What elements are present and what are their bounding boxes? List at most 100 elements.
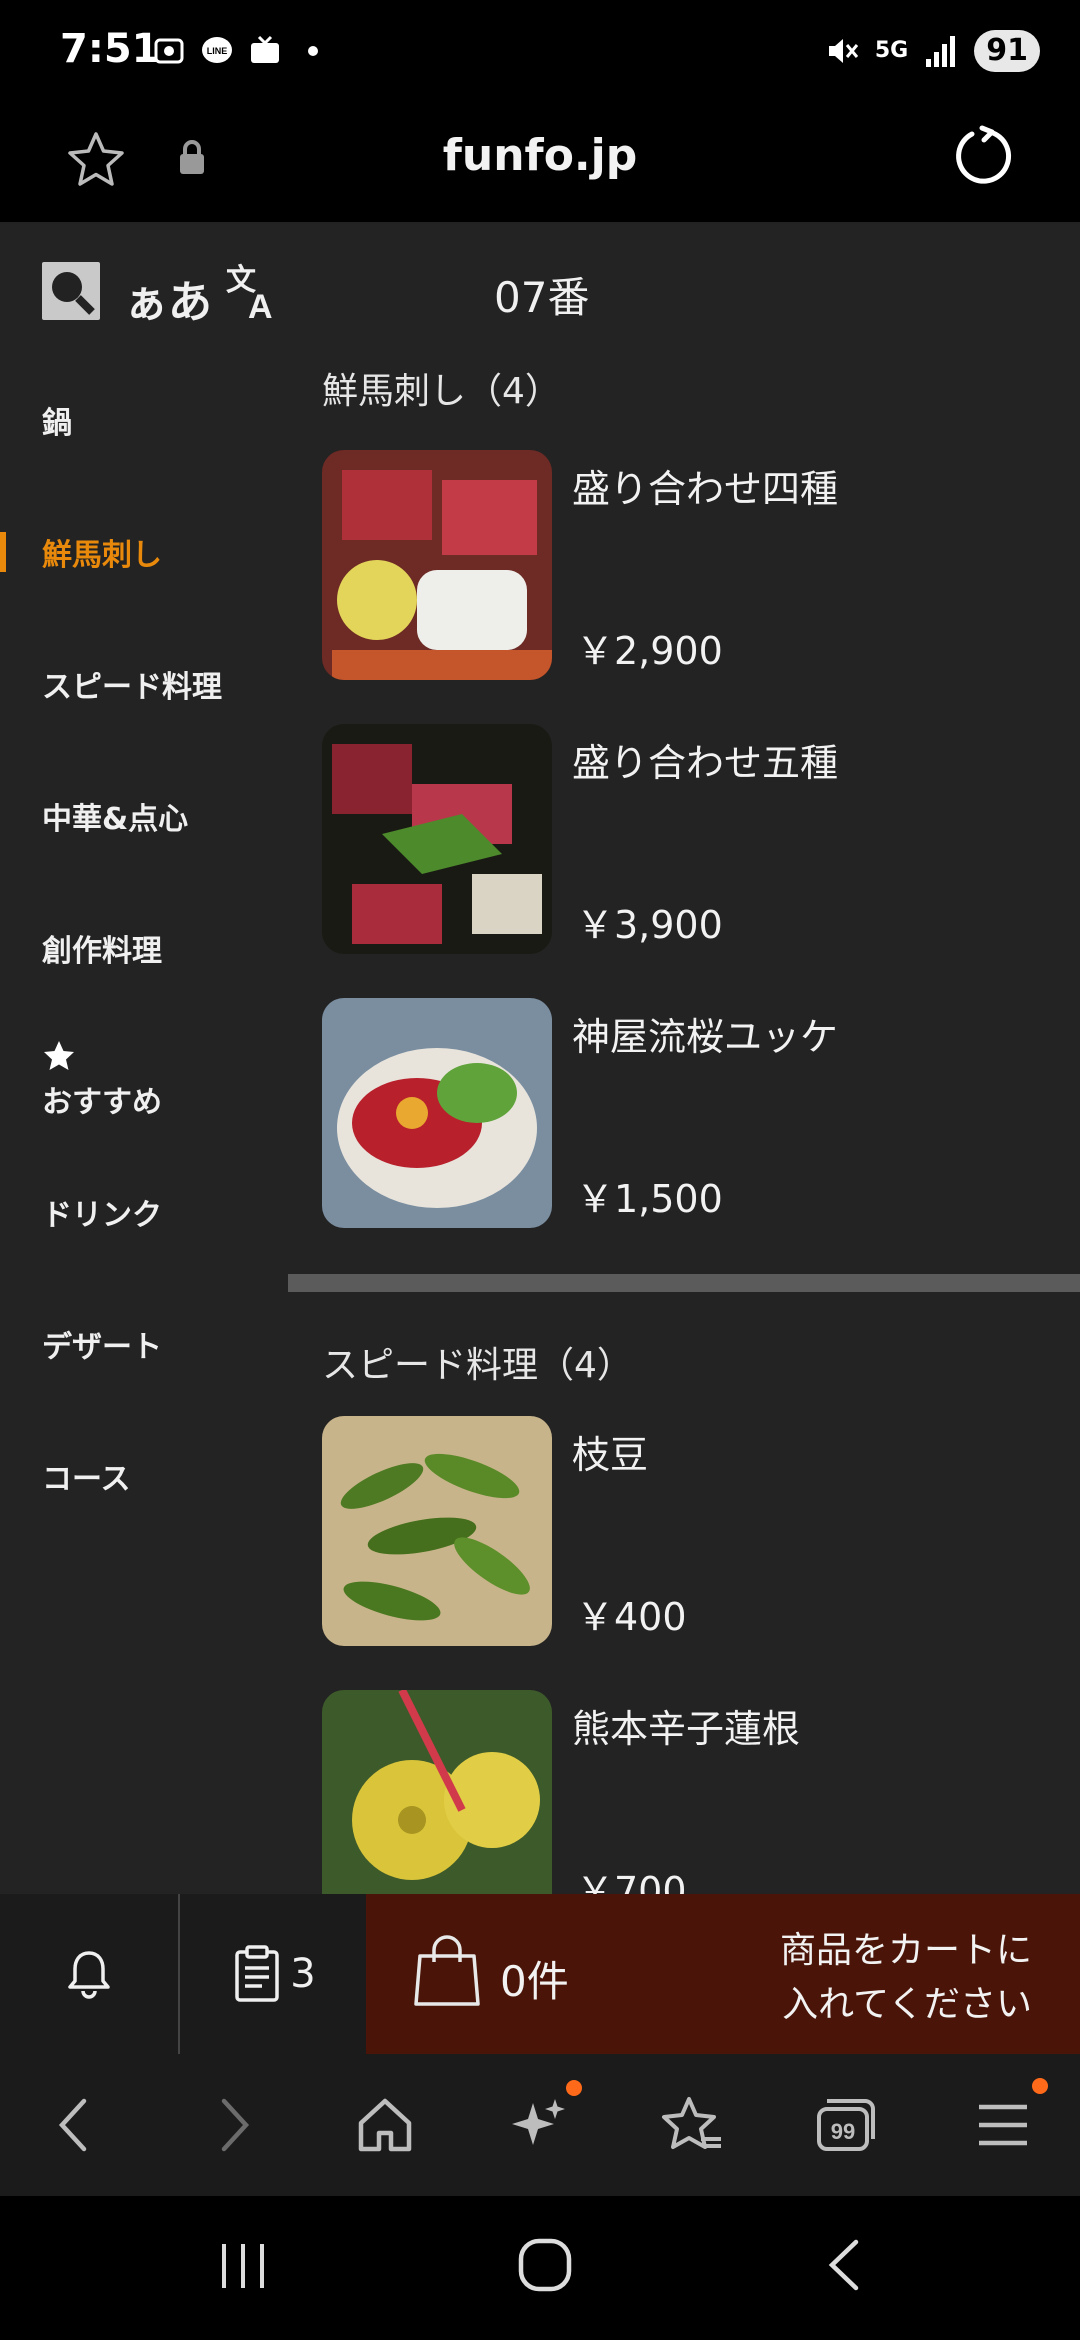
order-history-button[interactable]: 3 (182, 1894, 366, 2054)
sidebar-item-label: 鮮馬刺し (42, 538, 162, 573)
hamburger-icon (979, 2104, 1027, 2146)
network-type: 5G (874, 38, 909, 63)
product-price: ￥1,500 (576, 1177, 723, 1221)
font-size-button[interactable]: ぁあ (124, 266, 212, 330)
sidebar-item-recommend[interactable]: おすすめ (0, 1014, 290, 1146)
call-staff-button[interactable] (0, 1894, 180, 2054)
product-name: 盛り合わせ四種 (572, 467, 839, 511)
product-price: ￥400 (576, 1595, 687, 1639)
reload-icon[interactable] (952, 124, 1016, 188)
category-sidebar: 鍋 鮮馬刺し スピード料理 中華&点心 創作料理 おすすめ ドリンク デザート … (0, 354, 290, 1542)
back-nav-icon[interactable] (822, 2238, 866, 2292)
tabs-button[interactable]: 99 (810, 2090, 880, 2160)
sidebar-item-label: デザート (42, 1330, 162, 1365)
bookmarks-button[interactable] (656, 2090, 726, 2160)
svg-text:LINE: LINE (207, 46, 228, 56)
sidebar-item-nabe[interactable]: 鍋 (0, 354, 290, 486)
product-card[interactable]: 神屋流桜ユッケ ￥1,500 (322, 998, 1080, 1228)
signal-icon (926, 36, 956, 67)
section-divider (288, 1274, 1080, 1292)
product-name: 神屋流桜ユッケ (572, 1015, 839, 1059)
sidebar-item-course[interactable]: コース (0, 1410, 290, 1542)
home-nav-icon[interactable] (516, 2236, 574, 2294)
status-left-icons: LINE (152, 34, 330, 68)
star-icon (44, 1041, 74, 1070)
sidebar-item-label: ドリンク (42, 1198, 162, 1233)
tabs-icon: 99 (817, 2099, 875, 2151)
menu-button[interactable] (968, 2078, 1048, 2160)
product-image (322, 998, 552, 1228)
sidebar-item-label: 中華&点心 (42, 802, 189, 837)
cart-message-line1: 商品をカートに (779, 1930, 1032, 1971)
product-card[interactable]: 盛り合わせ四種 ￥2,900 (322, 450, 1080, 680)
sparkle-icon (512, 2099, 565, 2145)
product-image (322, 1416, 552, 1646)
order-count: 3 (290, 1951, 316, 1997)
sidebar-item-speed[interactable]: スピード料理 (0, 618, 290, 750)
section-title: 鮮馬刺し（4） (322, 371, 561, 412)
sidebar-item-label: 創作料理 (42, 934, 162, 969)
product-image (322, 1690, 552, 1894)
back-arrow-icon (58, 2098, 87, 2152)
status-bar: 7:51 LINE 5G 91 (0, 0, 1080, 104)
clipboard-icon (235, 1945, 280, 2002)
recent-apps-icon[interactable] (218, 2240, 268, 2292)
menu-page: ぁあ 文A 07番 鍋 鮮馬刺し スピード料理 中華&点心 創作料理 おすすめ … (0, 224, 1080, 1894)
search-button[interactable] (42, 262, 100, 320)
product-card[interactable]: 枝豆 ￥400 (322, 1416, 1080, 1646)
sidebar-item-label: おすすめ (42, 1085, 162, 1120)
product-image (322, 450, 552, 680)
bell-icon (68, 1951, 110, 1999)
product-price: ￥3,900 (576, 903, 723, 947)
cart-message: 商品をカートに 入れてください (780, 1924, 1032, 2032)
forward-arrow-icon (221, 2098, 250, 2152)
browser-bottom-nav: 99 (0, 2054, 1080, 2196)
sidebar-item-chinese[interactable]: 中華&点心 (0, 750, 290, 882)
bookmarks-star-icon (662, 2097, 721, 2149)
sidebar-item-label: コース (42, 1462, 131, 1497)
product-price: ￥2,900 (576, 629, 723, 673)
cart-bar: 3 0件 商品をカートに 入れてください (0, 1894, 1080, 2054)
product-price: ￥700 (576, 1869, 687, 1894)
forward-button[interactable] (198, 2090, 268, 2160)
sidebar-item-drink[interactable]: ドリンク (0, 1146, 290, 1278)
product-card[interactable]: 熊本辛子蓮根 ￥700 (322, 1690, 1080, 1894)
svg-text:99: 99 (831, 2119, 855, 2144)
product-image (322, 724, 552, 954)
sidebar-item-label: スピード料理 (42, 670, 222, 705)
sidebar-item-basashi[interactable]: 鮮馬刺し (0, 486, 290, 618)
system-nav-bar (0, 2196, 1080, 2340)
product-name: 熊本辛子蓮根 (572, 1707, 801, 1751)
home-icon (358, 2098, 412, 2152)
search-icon (52, 272, 95, 315)
mute-icon (828, 39, 859, 63)
line-app-icon: LINE (202, 37, 232, 63)
cart-button[interactable]: 0件 商品をカートに 入れてください (366, 1894, 1080, 2054)
status-time: 7:51 (60, 26, 160, 72)
sidebar-item-dessert[interactable]: デザート (0, 1278, 290, 1410)
status-right-icons: 5G 91 (823, 30, 1040, 72)
cart-count: 0件 (500, 1957, 569, 2006)
tv-icon (251, 35, 279, 63)
table-number: 07番 (494, 273, 590, 322)
notification-dot (1032, 2078, 1048, 2094)
ai-assist-button[interactable] (504, 2080, 582, 2160)
notification-dot (566, 2080, 582, 2096)
screenshot-icon (154, 38, 184, 64)
home-button[interactable] (350, 2090, 420, 2160)
product-name: 枝豆 (572, 1433, 649, 1477)
menu-toolbar: ぁあ 文A 07番 (0, 224, 1080, 354)
battery-icon: 91 (974, 30, 1040, 72)
product-name: 盛り合わせ五種 (572, 741, 839, 785)
translate-icon[interactable]: 文A (224, 260, 284, 322)
url-text[interactable]: funfo.jp (0, 130, 1080, 181)
svg-text:A: A (248, 288, 273, 322)
product-card[interactable]: 盛り合わせ五種 ￥3,900 (322, 724, 1080, 954)
browser-url-bar: funfo.jp (0, 104, 1080, 224)
sidebar-item-creative[interactable]: 創作料理 (0, 882, 290, 1014)
sidebar-item-label: 鍋 (42, 406, 72, 441)
back-button[interactable] (40, 2090, 110, 2160)
dot-icon (308, 46, 318, 56)
cart-message-line2: 入れてください (782, 1984, 1032, 2025)
shopping-bag-icon (414, 1935, 480, 2006)
